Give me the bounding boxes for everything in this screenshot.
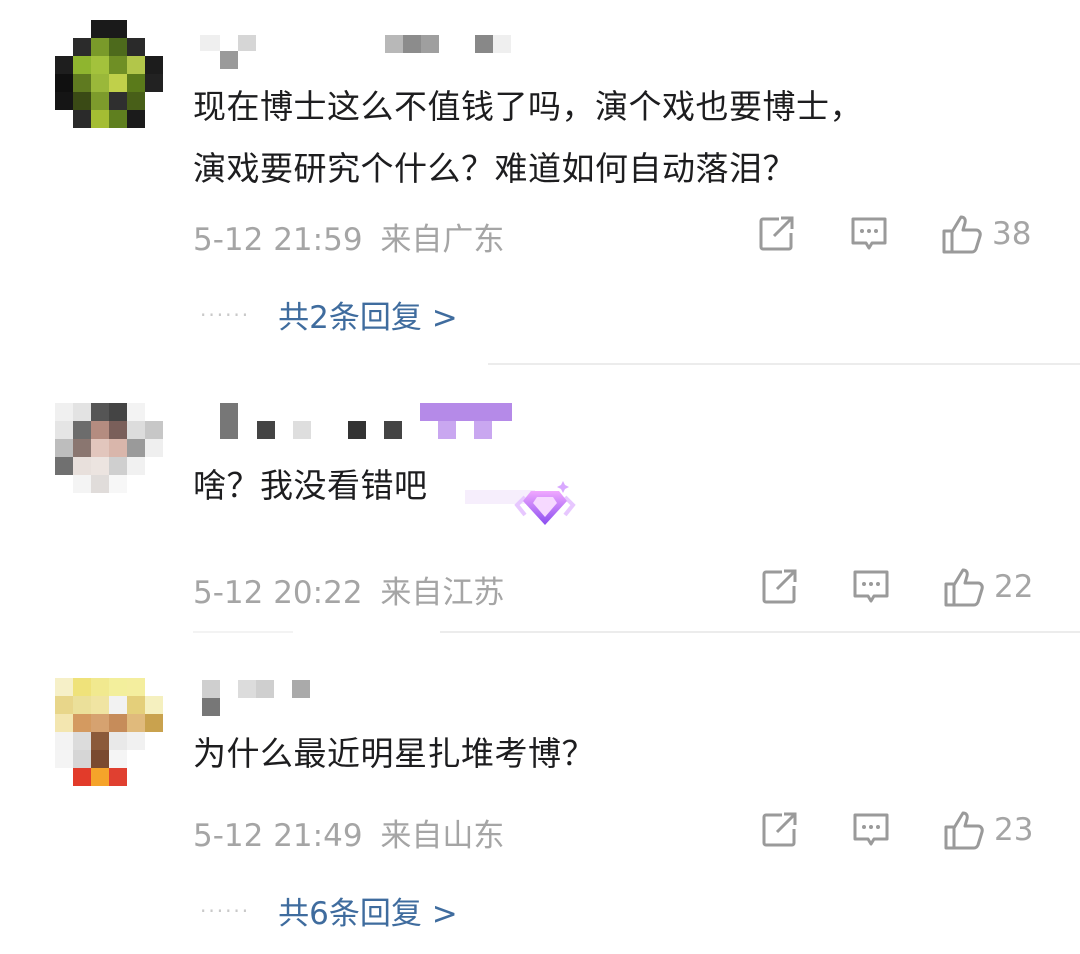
like-icon (942, 565, 986, 609)
replies-label: 共2条回复 > (278, 300, 458, 336)
share-icon[interactable] (755, 212, 797, 256)
like-icon (942, 808, 986, 852)
username[interactable] (200, 35, 520, 75)
replies-dots: ······ (200, 302, 251, 327)
comment-meta: 5-12 20:22 来自江苏 (193, 567, 504, 612)
comment-text: 啥？我没看错吧 (193, 466, 428, 505)
comment-icon[interactable] (848, 212, 890, 256)
comment-location: 来自广东 (380, 222, 505, 258)
view-replies-link[interactable]: ······ 共2条回复 > (200, 292, 458, 337)
like-button[interactable]: 23 (942, 808, 1033, 852)
comment-meta: 5-12 21:49 来自山东 (193, 810, 504, 855)
comment-meta: 5-12 21:59 来自广东 (193, 214, 504, 259)
username[interactable] (200, 403, 520, 443)
like-count: 38 (992, 216, 1032, 252)
purple-gem-badge-icon (465, 475, 585, 539)
avatar[interactable] (55, 403, 165, 513)
comment-actions: 23 (755, 808, 1055, 858)
share-icon[interactable] (758, 808, 800, 852)
comment-item: 为什么最近明星扎堆考博？ 5-12 21:49 来自山东 23 ······ 共… (0, 633, 1080, 954)
comment-actions: 22 (755, 565, 1055, 615)
comment-icon[interactable] (850, 808, 892, 852)
share-icon[interactable] (758, 565, 800, 609)
replies-dots: ······ (200, 898, 251, 923)
comment-text: 现在博士这么不值钱了吗，演个戏也要博士， 演戏要研究个什么？难道如何自动落泪？ (193, 87, 863, 188)
like-count: 23 (994, 812, 1034, 848)
comment-time: 5-12 20:22 (193, 575, 363, 611)
comment-item: 现在博士这么不值钱了吗，演个戏也要博士， 演戏要研究个什么？难道如何自动落泪？ … (0, 0, 1080, 360)
like-count: 22 (994, 569, 1034, 605)
like-icon (940, 212, 984, 256)
comment-time: 5-12 21:59 (193, 222, 363, 258)
comment-time: 5-12 21:49 (193, 818, 363, 854)
comment-location: 来自江苏 (380, 575, 505, 611)
comment-actions: 38 (755, 212, 1055, 262)
like-button[interactable]: 22 (942, 565, 1033, 609)
replies-label: 共6条回复 > (278, 896, 458, 932)
avatar[interactable] (55, 20, 165, 130)
view-replies-link[interactable]: ······ 共6条回复 > (200, 888, 458, 933)
comment-location: 来自山东 (380, 818, 505, 854)
comment-text: 为什么最近明星扎堆考博？ (193, 734, 595, 773)
comment-item: 啥？我没看错吧 5-12 20:22 来自江苏 22 (0, 365, 1080, 633)
avatar[interactable] (55, 678, 165, 788)
comment-icon[interactable] (850, 565, 892, 609)
username[interactable] (200, 680, 400, 720)
like-button[interactable]: 38 (940, 212, 1031, 256)
